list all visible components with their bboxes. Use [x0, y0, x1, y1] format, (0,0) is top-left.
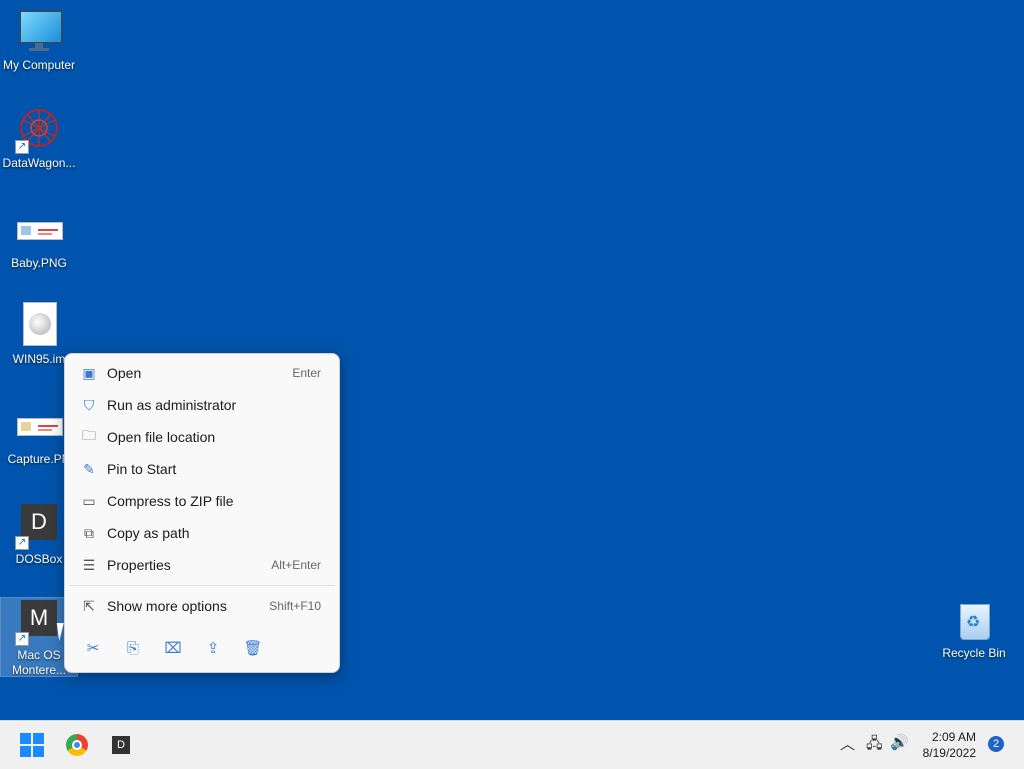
volume-icon[interactable]: 🔊 [890, 733, 909, 751]
folder-icon: 🗀 [82, 427, 96, 443]
menu-item-compress-zip[interactable]: ▭ Compress to ZIP file [71, 486, 333, 516]
copy-path-icon: ⧉ [84, 524, 94, 541]
desktop-icon-label: My Computer [2, 58, 76, 72]
clock-time: 2:09 AM [931, 730, 976, 744]
pin-icon: ✎ [83, 460, 95, 477]
macos-icon: M ↗ [15, 598, 63, 646]
desktop-icon-label: DataWagon... [2, 156, 76, 170]
menu-item-run-as-admin[interactable]: ⛉ Run as administrator [71, 390, 333, 420]
zip-icon: ▭ [82, 492, 96, 509]
network-icon[interactable]: 🖧 [866, 733, 883, 758]
desktop-icon-datawagon[interactable]: ↗ DataWagon... [1, 106, 77, 171]
menu-item-pin-to-start[interactable]: ✎ Pin to Start [71, 454, 333, 484]
png-file-icon [15, 402, 63, 450]
open-icon: ▣ [82, 364, 96, 381]
menu-quick-actions: ✂ ⎘ ⌧ ⇪ 🗑 [73, 638, 273, 660]
recycle-bin-icon: ♻ [950, 596, 998, 644]
datawagon-icon: ↗ [15, 106, 63, 154]
menu-item-open[interactable]: ▣ Open Enter [71, 358, 333, 388]
menu-item-open-file-location[interactable]: 🗀 Open file location [71, 422, 333, 452]
shortcut-arrow-icon: ↗ [15, 536, 29, 550]
menu-separator [69, 585, 335, 586]
desktop-icon-label: Baby.PNG [11, 256, 67, 270]
menu-item-properties[interactable]: ☰ Properties Alt+Enter [71, 550, 333, 580]
dosbox-icon: D [112, 736, 130, 754]
shield-admin-icon: ⛉ [83, 396, 95, 413]
context-menu: ▣ Open Enter ⛉ Run as administrator 🗀 Op… [64, 353, 340, 673]
start-icon [20, 733, 44, 757]
chevron-up-icon[interactable]: ︿ [840, 733, 855, 754]
monitor-icon [15, 8, 63, 56]
chrome-icon [66, 734, 88, 756]
delete-icon[interactable]: 🗑 [233, 638, 273, 660]
rename-icon[interactable]: ⌧ [153, 638, 193, 660]
taskbar-dosbox-button[interactable]: D [107, 731, 135, 759]
desktop-icon-recycle-bin[interactable]: ♻ Recycle Bin [936, 596, 1012, 661]
taskbar-chrome-button[interactable] [63, 731, 91, 759]
menu-item-copy-as-path[interactable]: ⧉ Copy as path [71, 518, 333, 548]
share-icon[interactable]: ⇪ [193, 638, 233, 660]
notification-badge[interactable]: 2 [988, 736, 1004, 752]
clock-date: 8/19/2022 [922, 746, 976, 760]
shortcut-arrow-icon: ↗ [15, 140, 29, 154]
copy-icon[interactable]: ⎘ [113, 638, 153, 660]
shortcut-arrow-icon: ↗ [15, 632, 29, 646]
taskbar: D ︿ 🖧 🔊 2:09 AM 8/19/2022 2 [0, 720, 1024, 769]
dosbox-icon: D ↗ [15, 502, 63, 550]
desktop-icon-label: Recycle Bin [942, 646, 1006, 660]
more-options-icon: ⇱ [83, 597, 95, 614]
cut-icon[interactable]: ✂ [73, 638, 113, 660]
clock[interactable]: 2:09 AM 8/19/2022 [918, 729, 976, 761]
desktop-icon-my-computer[interactable]: My Computer [1, 8, 77, 73]
properties-icon: ☰ [82, 556, 96, 573]
png-file-icon [15, 206, 63, 254]
desktop-icon-baby-png[interactable]: Baby.PNG [1, 206, 77, 271]
start-button[interactable] [18, 731, 46, 759]
disc-image-icon [15, 302, 63, 350]
menu-item-show-more-options[interactable]: ⇱ Show more options Shift+F10 [71, 591, 333, 621]
